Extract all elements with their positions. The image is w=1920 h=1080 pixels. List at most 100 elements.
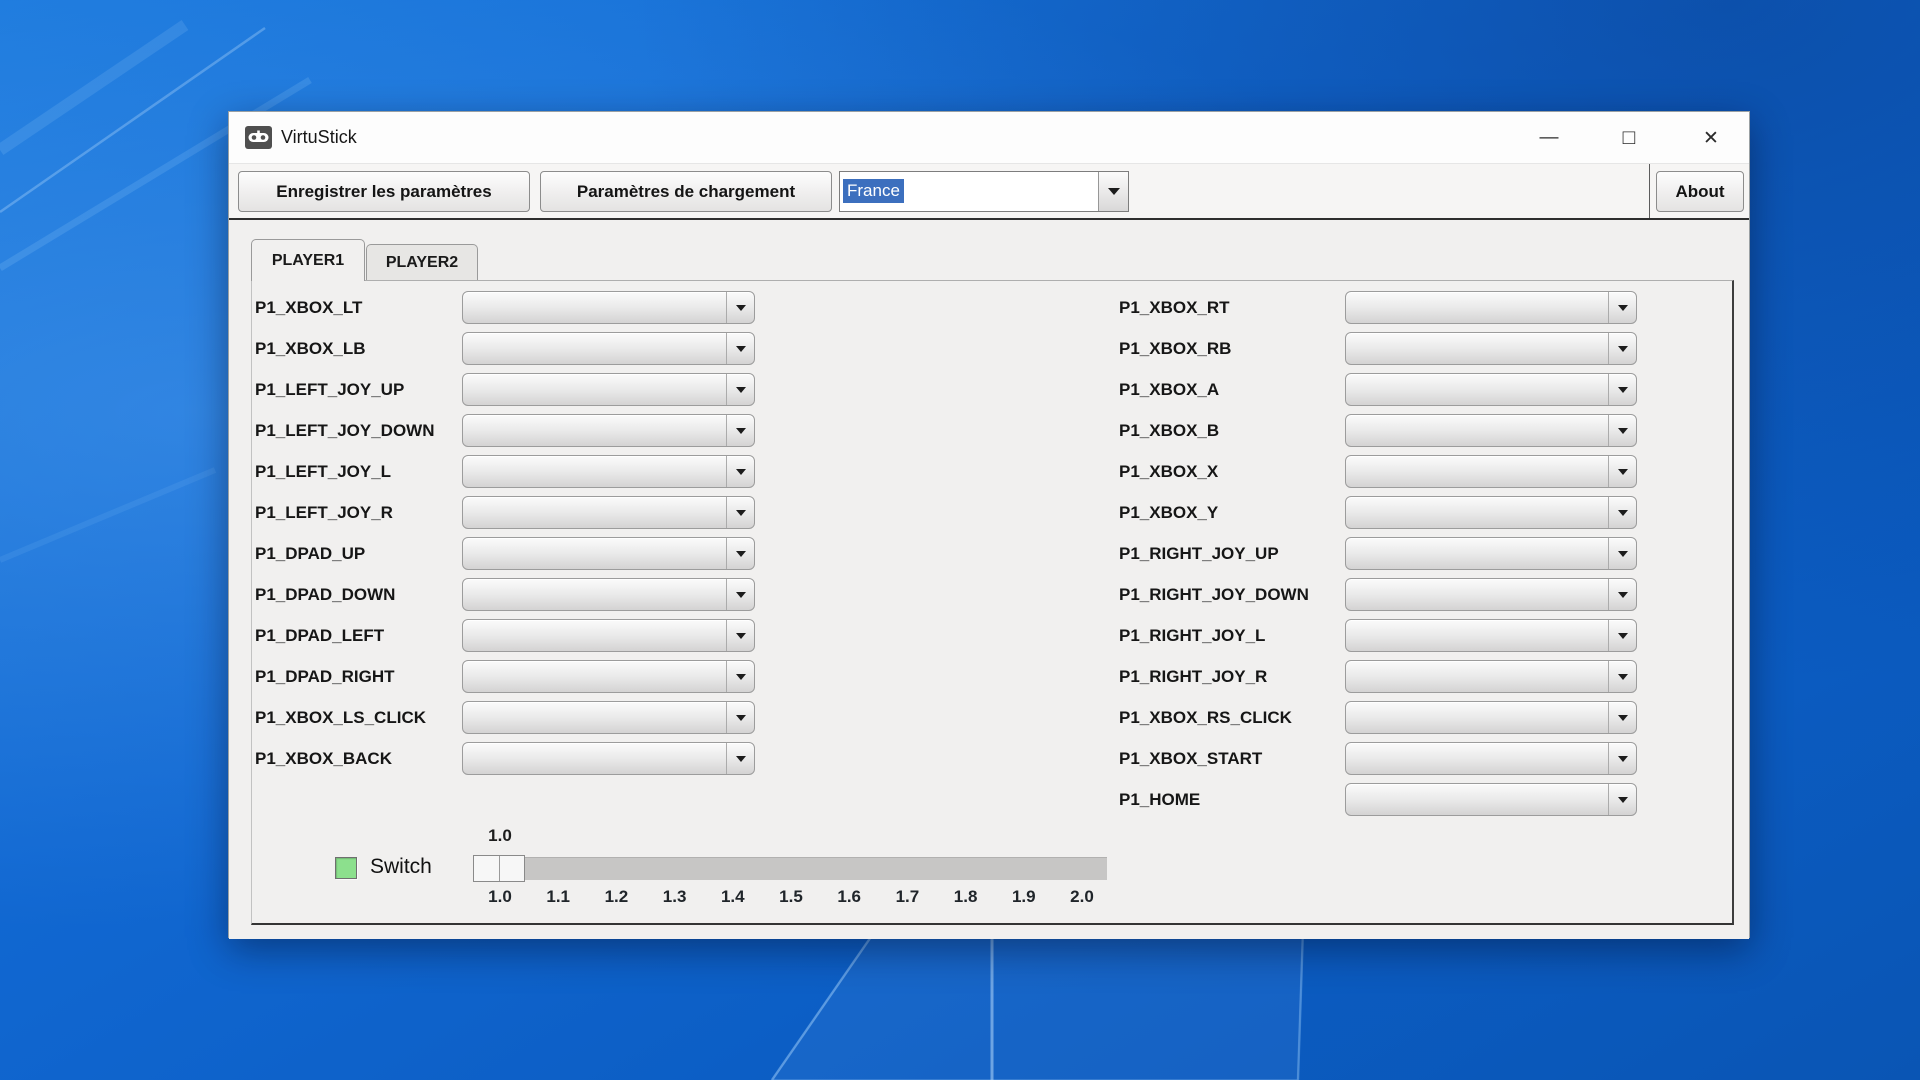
mapping-select[interactable] (462, 496, 755, 529)
mapping-label: P1_RIGHT_JOY_L (1119, 626, 1265, 646)
slider-tick: 1.7 (887, 887, 927, 907)
chevron-down-icon[interactable] (1608, 538, 1636, 569)
chevron-down-icon[interactable] (1608, 374, 1636, 405)
window-title: VirtuStick (281, 127, 357, 148)
slider-tick: 1.8 (946, 887, 986, 907)
mapping-select[interactable] (462, 373, 755, 406)
mapping-label: P1_RIGHT_JOY_UP (1119, 544, 1279, 564)
mapping-row: P1_DPAD_RIGHT (255, 656, 775, 697)
mapping-select[interactable] (1345, 619, 1637, 652)
chevron-down-icon[interactable] (726, 292, 754, 323)
mapping-select[interactable] (462, 578, 755, 611)
chevron-down-icon[interactable] (726, 456, 754, 487)
mapping-row: P1_LEFT_JOY_DOWN (255, 410, 775, 451)
chevron-down-icon[interactable] (726, 374, 754, 405)
mapping-row: P1_XBOX_LB (255, 328, 775, 369)
mapping-row: P1_DPAD_DOWN (255, 574, 775, 615)
mapping-label: P1_XBOX_LT (255, 298, 362, 318)
mapping-select[interactable] (1345, 373, 1637, 406)
about-button[interactable]: About (1656, 171, 1744, 212)
chevron-down-icon[interactable] (1608, 661, 1636, 692)
mapping-row: P1_RIGHT_JOY_R (1119, 656, 1659, 697)
mapping-select[interactable] (1345, 332, 1637, 365)
mapping-select[interactable] (462, 414, 755, 447)
mapping-label: P1_LEFT_JOY_R (255, 503, 393, 523)
mapping-label: P1_DPAD_UP (255, 544, 365, 564)
close-button[interactable]: ✕ (1693, 112, 1729, 164)
mapping-select[interactable] (1345, 783, 1637, 816)
chevron-down-icon[interactable] (1608, 415, 1636, 446)
mapping-row: P1_XBOX_RS_CLICK (1119, 697, 1659, 738)
mapping-select[interactable] (1345, 701, 1637, 734)
main-content: PLAYER1PLAYER2 P1_XBOX_LT P1_XBOX_LB P1_LE… (229, 220, 1749, 939)
mapping-select[interactable] (1345, 660, 1637, 693)
mapping-select[interactable] (462, 701, 755, 734)
mapping-select[interactable] (462, 332, 755, 365)
chevron-down-icon[interactable] (1098, 172, 1128, 211)
mapping-label: P1_DPAD_RIGHT (255, 667, 395, 687)
language-combobox[interactable]: France (839, 171, 1129, 212)
mapping-select[interactable] (1345, 578, 1637, 611)
tab-player2[interactable]: PLAYER2 (366, 244, 478, 280)
chevron-down-icon[interactable] (1608, 333, 1636, 364)
chevron-down-icon[interactable] (726, 579, 754, 610)
chevron-down-icon[interactable] (726, 661, 754, 692)
mapping-select[interactable] (462, 291, 755, 324)
mapping-select[interactable] (462, 660, 755, 693)
mapping-label: P1_XBOX_LB (255, 339, 366, 359)
mapping-label: P1_XBOX_A (1119, 380, 1219, 400)
tab-player1[interactable]: PLAYER1 (251, 239, 365, 281)
switch-label: Switch (370, 855, 432, 879)
chevron-down-icon[interactable] (1608, 784, 1636, 815)
mapping-select[interactable] (1345, 496, 1637, 529)
mapping-column-right: P1_XBOX_RTP1_XBOX_RBP1_XBOX_AP1_XBOX_BP1… (1119, 287, 1659, 820)
chevron-down-icon[interactable] (1608, 497, 1636, 528)
mapping-select[interactable] (462, 537, 755, 570)
mapping-row: P1_DPAD_LEFT (255, 615, 775, 656)
mapping-select[interactable] (462, 742, 755, 775)
slider-tick: 1.2 (596, 887, 636, 907)
chevron-down-icon[interactable] (1608, 743, 1636, 774)
mapping-label: P1_XBOX_Y (1119, 503, 1218, 523)
chevron-down-icon[interactable] (726, 743, 754, 774)
mapping-label: P1_LEFT_JOY_UP (255, 380, 404, 400)
slider-tick: 1.4 (713, 887, 753, 907)
chevron-down-icon[interactable] (1608, 579, 1636, 610)
mapping-label: P1_XBOX_X (1119, 462, 1218, 482)
mapping-row: P1_LEFT_JOY_R (255, 492, 775, 533)
mapping-row: P1_HOME (1119, 779, 1659, 820)
slider-tick: 2.0 (1062, 887, 1102, 907)
chevron-down-icon[interactable] (1608, 456, 1636, 487)
chevron-down-icon[interactable] (726, 620, 754, 651)
maximize-button[interactable]: □ (1611, 112, 1647, 164)
switch-checkbox[interactable] (335, 857, 357, 879)
chevron-down-icon[interactable] (1608, 292, 1636, 323)
save-settings-button[interactable]: Enregistrer les paramètres (238, 171, 530, 212)
player1-panel: P1_XBOX_LT P1_XBOX_LB P1_LEFT_JOY_UP P1_LEF… (251, 280, 1734, 925)
slider-handle[interactable] (473, 855, 525, 882)
slider-current-value: 1.0 (480, 826, 520, 846)
mapping-select[interactable] (1345, 537, 1637, 570)
chevron-down-icon[interactable] (726, 333, 754, 364)
chevron-down-icon[interactable] (726, 702, 754, 733)
sensitivity-slider[interactable] (473, 857, 1107, 880)
mapping-select[interactable] (462, 455, 755, 488)
mapping-select[interactable] (1345, 455, 1637, 488)
mapping-select[interactable] (462, 619, 755, 652)
chevron-down-icon[interactable] (726, 415, 754, 446)
mapping-select[interactable] (1345, 414, 1637, 447)
load-settings-button[interactable]: Paramètres de chargement (540, 171, 832, 212)
chevron-down-icon[interactable] (1608, 702, 1636, 733)
mapping-row: P1_XBOX_BACK (255, 738, 775, 779)
chevron-down-icon[interactable] (726, 538, 754, 569)
chevron-down-icon[interactable] (726, 497, 754, 528)
mapping-label: P1_XBOX_B (1119, 421, 1219, 441)
mapping-label: P1_HOME (1119, 790, 1200, 810)
title-bar[interactable]: VirtuStick — □ ✕ (229, 112, 1749, 164)
mapping-select[interactable] (1345, 291, 1637, 324)
mapping-label: P1_RIGHT_JOY_R (1119, 667, 1267, 687)
chevron-down-icon[interactable] (1608, 620, 1636, 651)
mapping-row: P1_XBOX_LS_CLICK (255, 697, 775, 738)
mapping-select[interactable] (1345, 742, 1637, 775)
minimize-button[interactable]: — (1531, 112, 1567, 164)
